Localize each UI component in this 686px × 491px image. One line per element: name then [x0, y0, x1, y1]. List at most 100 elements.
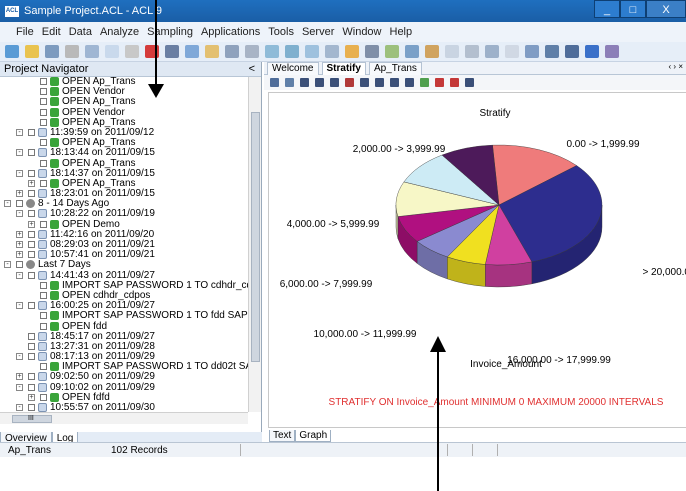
- expand-node-icon[interactable]: +: [16, 241, 23, 248]
- collapse-node-icon[interactable]: -: [4, 261, 11, 269]
- checkbox[interactable]: [40, 291, 47, 299]
- checkbox[interactable]: [40, 98, 47, 106]
- checkbox[interactable]: [28, 353, 35, 361]
- expand-node-icon[interactable]: +: [16, 251, 23, 259]
- expand-node-icon[interactable]: +: [16, 190, 23, 198]
- scrollbar-thumb[interactable]: III: [12, 415, 52, 423]
- menu-sampling[interactable]: Sampling: [147, 26, 193, 38]
- save-icon[interactable]: [45, 45, 59, 58]
- menu-edit[interactable]: Edit: [42, 26, 61, 38]
- checkbox[interactable]: [40, 118, 47, 126]
- age-icon[interactable]: [385, 45, 399, 58]
- index-icon[interactable]: [285, 45, 299, 58]
- drill-down-icon[interactable]: [420, 78, 429, 87]
- checkbox[interactable]: [28, 169, 35, 177]
- checkbox[interactable]: [28, 332, 35, 340]
- legend-icon[interactable]: [390, 78, 399, 87]
- tab-text[interactable]: Text: [269, 430, 296, 442]
- checkbox[interactable]: [16, 200, 23, 208]
- collapse-node-icon[interactable]: -: [16, 302, 23, 310]
- checkbox[interactable]: [40, 88, 47, 96]
- menu-server[interactable]: Server: [302, 26, 334, 38]
- collapse-node-icon[interactable]: -: [16, 128, 23, 136]
- scrollbar-thumb[interactable]: [251, 112, 260, 362]
- stratify-icon[interactable]: [365, 45, 379, 58]
- classify-icon[interactable]: [405, 45, 419, 58]
- collapse-node-icon[interactable]: -: [4, 200, 11, 208]
- copy-chart-icon[interactable]: [465, 78, 474, 87]
- tab-welcome[interactable]: Welcome: [267, 61, 319, 75]
- checkbox[interactable]: [40, 312, 47, 320]
- copy-icon[interactable]: [85, 45, 99, 58]
- checkbox[interactable]: [28, 302, 35, 310]
- rotate-icon[interactable]: [435, 78, 444, 87]
- maximize-button[interactable]: □: [620, 0, 646, 18]
- print-icon[interactable]: [270, 78, 279, 87]
- checkbox[interactable]: [40, 322, 47, 330]
- menu-window[interactable]: Window: [342, 26, 381, 38]
- chart-type-icon[interactable]: [300, 78, 309, 87]
- checkbox[interactable]: [40, 220, 47, 228]
- edit-icon[interactable]: [125, 45, 139, 58]
- checkbox[interactable]: [40, 393, 47, 401]
- chart-icon[interactable]: [185, 45, 199, 58]
- open-project-icon[interactable]: [25, 45, 39, 58]
- collapse-node-icon[interactable]: -: [16, 169, 23, 177]
- command-line-icon[interactable]: [565, 45, 579, 58]
- checkbox[interactable]: [28, 230, 35, 238]
- navigator-vertical-scrollbar[interactable]: [248, 77, 261, 412]
- navigator-horizontal-scrollbar[interactable]: III: [0, 412, 248, 424]
- tree-row[interactable]: IMPORT SAP PASSWORD 1 TO fdd SAP SOURCE: [0, 311, 248, 321]
- menu-tools[interactable]: Tools: [268, 26, 294, 38]
- minimize-button[interactable]: _: [594, 0, 620, 18]
- summarize-icon[interactable]: [345, 45, 359, 58]
- menu-analyze[interactable]: Analyze: [100, 26, 139, 38]
- verify-icon[interactable]: [445, 45, 459, 58]
- tab-graph[interactable]: Graph: [295, 430, 332, 442]
- settings-icon[interactable]: [285, 78, 294, 87]
- checkbox[interactable]: [28, 271, 35, 279]
- tree-row[interactable]: - 10:28:22 on 2011/09/19: [0, 209, 248, 219]
- checkbox[interactable]: [28, 190, 35, 198]
- menu-help[interactable]: Help: [390, 26, 413, 38]
- total-icon[interactable]: [485, 45, 499, 58]
- collapse-node-icon[interactable]: -: [16, 353, 23, 361]
- checkbox[interactable]: [28, 241, 35, 248]
- collapse-node-icon[interactable]: -: [16, 210, 23, 218]
- expand-node-icon[interactable]: +: [28, 393, 35, 401]
- expand-node-icon[interactable]: +: [28, 220, 35, 228]
- collapse-node-icon[interactable]: -: [16, 271, 23, 279]
- join-icon[interactable]: [325, 45, 339, 58]
- close-button[interactable]: X: [646, 0, 686, 18]
- bar-chart-icon[interactable]: [315, 78, 324, 87]
- notes-icon[interactable]: [505, 45, 519, 58]
- checkbox[interactable]: [28, 149, 35, 157]
- pie-chart-icon[interactable]: [345, 78, 354, 87]
- filter-clear-icon[interactable]: [265, 45, 279, 58]
- expand-node-icon[interactable]: +: [16, 230, 23, 238]
- cut-icon[interactable]: [65, 45, 79, 58]
- collapse-node-icon[interactable]: -: [16, 383, 23, 391]
- expand-node-icon[interactable]: +: [16, 373, 23, 381]
- tree-row[interactable]: - 10:55:57 on 2011/09/30: [0, 403, 248, 412]
- collapse-node-icon[interactable]: -: [16, 149, 23, 157]
- checkbox[interactable]: [40, 281, 47, 289]
- print-icon[interactable]: [525, 45, 539, 58]
- checkbox[interactable]: [40, 108, 47, 116]
- 3d-view-icon[interactable]: [450, 78, 459, 87]
- table-layout-icon[interactable]: [165, 45, 179, 58]
- tree-row[interactable]: -09:10:02 on 2011/09/29: [0, 382, 248, 393]
- checkbox[interactable]: [16, 261, 23, 269]
- checkbox[interactable]: [28, 373, 35, 381]
- checkbox[interactable]: [28, 342, 35, 350]
- filter-icon[interactable]: [225, 45, 239, 58]
- expand-node-icon[interactable]: +: [28, 179, 35, 187]
- pie-chart[interactable]: Stratify 0.00 -> 1,999.99 > 20,000.00 16…: [269, 93, 686, 427]
- tree-row[interactable]: - 18:13:44 on 2011/09/15: [0, 148, 248, 158]
- collapse-node-icon[interactable]: -: [16, 404, 23, 411]
- checkbox[interactable]: [40, 179, 47, 187]
- menu-file[interactable]: File: [16, 26, 34, 38]
- checkbox[interactable]: [40, 139, 47, 147]
- menu-data[interactable]: Data: [69, 26, 92, 38]
- new-project-icon[interactable]: [5, 45, 19, 58]
